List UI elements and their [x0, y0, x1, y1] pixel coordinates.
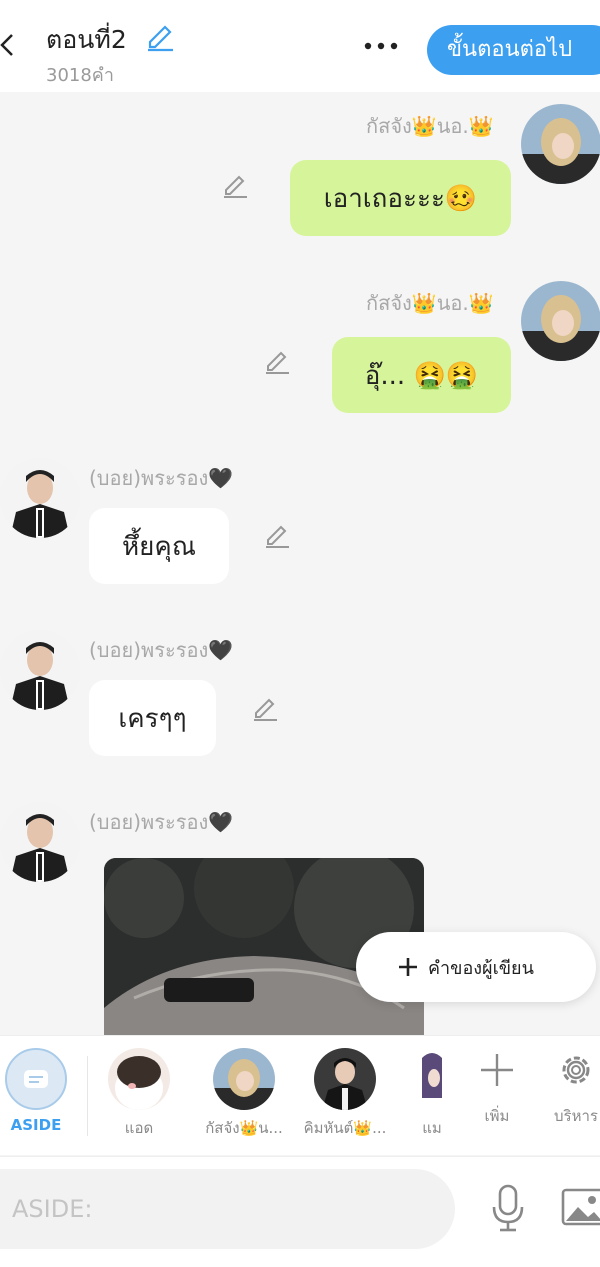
sender-name: กัสจัง👑นอ.👑	[366, 291, 494, 315]
microphone-icon[interactable]	[488, 1183, 528, 1233]
page-title: ตอนที่2	[46, 25, 127, 54]
avatar	[108, 1048, 170, 1110]
message-bubble[interactable]: อุ๊... 🤮🤮	[332, 337, 511, 413]
character-item[interactable]: กัสจัง👑น...	[197, 1048, 291, 1140]
avatar	[213, 1048, 275, 1110]
character-label: เพิ่ม	[484, 1107, 510, 1125]
input-bar	[0, 1156, 600, 1267]
character-aside[interactable]: ASIDE	[4, 1048, 68, 1134]
add-character-button[interactable]: เพิ่ม	[470, 1050, 524, 1128]
character-item[interactable]: คิมหันต์👑...	[298, 1048, 392, 1140]
avatar[interactable]	[521, 104, 600, 184]
character-item[interactable]: แม	[420, 1048, 444, 1140]
author-note-label: คำของผู้เขียน	[428, 957, 534, 979]
edit-title-icon[interactable]	[145, 22, 175, 52]
top-bar: ตอนที่2 3018คำ ขั้นตอนต่อไป	[0, 0, 600, 92]
character-label: คิมหันต์👑...	[303, 1119, 387, 1137]
edit-message-icon[interactable]	[251, 695, 279, 723]
character-label: แอด	[124, 1119, 154, 1137]
sender-name: (บอย)พระรอง🖤	[89, 810, 234, 834]
edit-message-icon[interactable]	[263, 522, 291, 550]
character-label: กัสจัง👑น...	[205, 1119, 283, 1137]
sender-name: (บอย)พระรอง🖤	[89, 466, 234, 490]
divider	[87, 1056, 88, 1136]
manage-characters-button[interactable]: บริหาร	[546, 1050, 600, 1128]
author-note-button[interactable]: คำของผู้เขียน	[356, 932, 596, 1002]
gear-icon	[562, 1056, 590, 1084]
message-input[interactable]	[0, 1169, 455, 1249]
more-options-icon[interactable]	[360, 30, 404, 60]
edit-message-icon[interactable]	[263, 348, 291, 376]
avatar	[420, 1048, 444, 1110]
character-label: แม	[422, 1119, 442, 1137]
character-label: ASIDE	[10, 1116, 62, 1134]
avatar	[314, 1048, 376, 1110]
next-step-button[interactable]: ขั้นตอนต่อไป	[427, 25, 600, 75]
avatar[interactable]	[0, 802, 80, 882]
word-count: 3018คำ	[46, 65, 114, 86]
message-bubble[interactable]: เอาเถอะะะ🥴	[290, 160, 511, 236]
sender-name: กัสจัง👑นอ.👑	[366, 114, 494, 138]
back-arrow-icon[interactable]	[0, 30, 22, 60]
message-bubble[interactable]: เครๆๆ	[89, 680, 216, 756]
avatar[interactable]	[0, 630, 80, 710]
avatar[interactable]	[0, 458, 80, 538]
plus-icon	[481, 1054, 513, 1086]
sender-name: (บอย)พระรอง🖤	[89, 638, 234, 662]
chat-area[interactable]: กัสจัง👑นอ.👑 เอาเถอะะะ🥴 กัสจัง👑นอ.👑 อุ๊..…	[0, 92, 600, 1035]
message-bubble[interactable]: หึ้ยคุณ	[89, 508, 229, 584]
character-bar: ASIDE แอด กัสจัง👑น... คิมหันต์👑... แม เพ…	[0, 1035, 600, 1155]
character-item[interactable]: แอด	[107, 1048, 171, 1140]
aside-chat-icon	[5, 1048, 67, 1110]
plus-icon	[399, 958, 417, 976]
character-label: บริหาร	[554, 1107, 598, 1125]
image-icon[interactable]	[560, 1185, 600, 1229]
edit-message-icon[interactable]	[221, 172, 249, 200]
avatar[interactable]	[521, 281, 600, 361]
